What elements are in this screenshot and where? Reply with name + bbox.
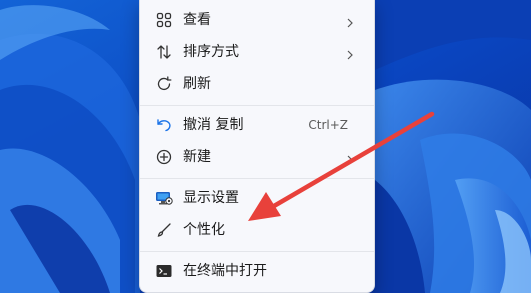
display-settings-icon: [155, 189, 173, 207]
menu-separator: [140, 105, 374, 106]
menu-separator: [140, 251, 374, 252]
new-plus-icon: [155, 148, 173, 166]
menu-item-view[interactable]: 查看: [144, 5, 370, 35]
menu-item-label: 查看: [183, 12, 211, 28]
menu-item-display-settings[interactable]: 显示设置: [144, 183, 370, 213]
menu-item-label: 新建: [183, 149, 211, 165]
menu-item-sort-by[interactable]: 排序方式: [144, 37, 370, 67]
menu-item-new[interactable]: 新建: [144, 142, 370, 172]
menu-item-label: 在终端中打开: [183, 263, 267, 279]
grid-view-icon: [155, 11, 173, 29]
undo-icon: [155, 116, 173, 134]
menu-item-undo-copy[interactable]: 撤消 复制 Ctrl+Z: [144, 110, 370, 140]
menu-item-open-in-terminal[interactable]: 在终端中打开: [144, 256, 370, 286]
terminal-icon: [155, 262, 173, 280]
chevron-right-icon: [344, 151, 356, 165]
menu-item-label: 显示设置: [183, 190, 239, 206]
menu-item-label: 撤消 复制: [183, 117, 244, 133]
shortcut-label: Ctrl+Z: [308, 118, 348, 132]
chevron-right-icon: [344, 46, 356, 60]
menu-item-personalize[interactable]: 个性化: [144, 215, 370, 245]
desktop-context-menu: 查看 排序方式 刷新 撤消 复制 Ctrl+Z 新建 显示设置 个性化 在终端中…: [139, 0, 375, 293]
chevron-right-icon: [344, 14, 356, 28]
refresh-icon: [155, 75, 173, 93]
menu-item-label: 个性化: [183, 222, 225, 238]
sort-arrows-icon: [155, 43, 173, 61]
menu-separator: [140, 178, 374, 179]
menu-item-label: 刷新: [183, 76, 211, 92]
brush-icon: [155, 221, 173, 239]
menu-item-label: 排序方式: [183, 44, 239, 60]
menu-item-refresh[interactable]: 刷新: [144, 69, 370, 99]
